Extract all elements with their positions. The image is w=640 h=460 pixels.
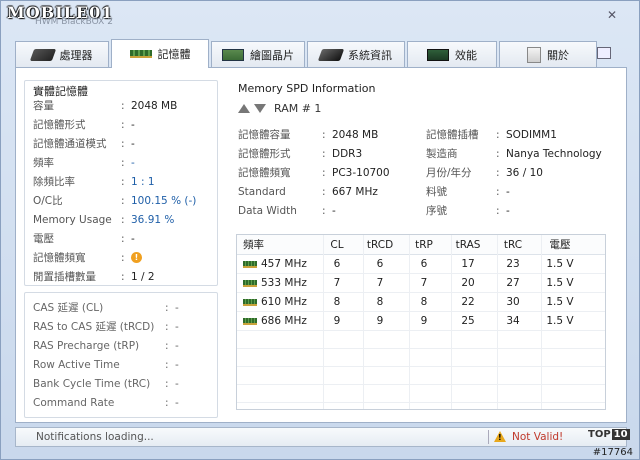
spd-row: Data Width: - [238, 204, 336, 217]
column-header: 電壓 [549, 239, 571, 251]
table-row: 457 MHz 6 6 6 17 23 1.5 V [237, 255, 605, 274]
ram-selector: RAM # 1 [238, 102, 321, 115]
physical-row: Memory Usage:36.91 % [33, 213, 175, 226]
physical-row: 除頻比率:1 : 1 [33, 175, 155, 189]
spd-row: 序號: - [426, 204, 510, 218]
memory-panel: 實體記憶體 容量:2048 MB 記憶體形式: - 記憶體通道模式: - 頻率: - … [15, 67, 627, 423]
title-bar: MOBILE01 HWM BlackBOX 2 ✕ [1, 1, 639, 31]
spd-title: Memory SPD Information [238, 82, 376, 95]
arrow-up-icon[interactable] [238, 104, 250, 113]
ram-slot-label: RAM # 1 [274, 102, 322, 115]
memory-icon [243, 260, 257, 268]
spd-group: Memory SPD Information RAM # 1 記憶體容量:204… [228, 68, 620, 418]
spd-row: Standard:667 MHz [238, 185, 378, 198]
physical-row: 容量:2048 MB [33, 99, 178, 113]
spd-row: 料號: - [426, 185, 510, 199]
tab-label: 效能 [455, 48, 477, 62]
cpu-icon [29, 48, 56, 61]
table-row: 533 MHz 7 7 7 20 27 1.5 V [237, 274, 605, 293]
physical-row: 閒置插槽數量:1 / 2 [33, 270, 155, 284]
tab-performance[interactable]: 效能 [407, 41, 497, 67]
spd-row: 製造商: Nanya Technology [426, 147, 602, 161]
spd-row: 記憶體插槽: SODIMM1 [426, 128, 557, 142]
watermark: #17764 [592, 447, 633, 458]
tab-label: 系統資訊 [348, 48, 392, 62]
physical-row: 記憶體通道模式: - [33, 137, 135, 151]
physical-row: 電壓: - [33, 232, 135, 246]
window-subtitle: HWM BlackBOX 2 [35, 17, 113, 27]
timings-group: CAS 延遲 (CL): - RAS to CAS 延遲 (tRCD): - RAS… [24, 292, 218, 418]
physical-row: 頻率: - [33, 156, 135, 170]
timing-row: CAS 延遲 (CL): - [33, 301, 179, 315]
timing-row: Command Rate: - [33, 396, 179, 409]
table-row-empty [237, 385, 605, 403]
bandwidth-warning-icon[interactable]: ! [131, 252, 142, 263]
table-row: 686 MHz 9 9 9 25 34 1.5 V [237, 312, 605, 331]
physical-row: 記憶體頻寬:! [33, 249, 142, 266]
table-row-empty [237, 367, 605, 385]
warning-icon: ! [494, 431, 506, 442]
column-header: 頻率 [243, 239, 264, 251]
spd-row: 記憶體容量:2048 MB [238, 128, 379, 142]
arrow-down-icon[interactable] [254, 104, 266, 113]
memory-icon [243, 317, 257, 325]
app-window: MOBILE01 HWM BlackBOX 2 ✕ 處理器 記憶體 繪圖晶片 系… [0, 0, 640, 460]
tab-label: 關於 [547, 48, 569, 62]
tab-about[interactable]: 關於 [499, 41, 597, 67]
timing-row: RAS to CAS 延遲 (tRCD): - [33, 320, 179, 334]
table-row-empty [237, 349, 605, 367]
system-icon [317, 48, 345, 61]
spd-timing-table: 頻率 CL tRCD tRP tRAS tRC 電壓 457 MHz 6 6 6… [236, 234, 606, 410]
memory-icon [243, 279, 257, 287]
status-divider [488, 430, 489, 444]
performance-icon [427, 48, 449, 61]
status-bar: Notifications loading... ! Not Valid! TO… [15, 427, 630, 447]
status-message: Notifications loading... [36, 431, 154, 443]
memory-icon [129, 50, 152, 58]
tab-label: 處理器 [59, 48, 93, 62]
tab-bar: 處理器 記憶體 繪圖晶片 系統資訊 效能 關於 [15, 39, 615, 68]
tab-label: 記憶體 [157, 48, 191, 61]
close-button[interactable]: ✕ [603, 7, 621, 23]
tab-system[interactable]: 系統資訊 [307, 41, 405, 67]
spd-row: 記憶體形式: DDR3 [238, 147, 363, 161]
tab-label: 繪圖晶片 [250, 48, 294, 62]
about-icon [527, 46, 541, 63]
table-row-empty [237, 331, 605, 349]
physical-row: 記憶體形式: - [33, 118, 135, 132]
memory-icon [243, 298, 257, 306]
window-mode-icon[interactable] [597, 47, 611, 59]
spd-row: 月份/年分:36 / 10 [426, 166, 543, 180]
tab-graphics[interactable]: 繪圖晶片 [211, 41, 305, 67]
tab-cpu[interactable]: 處理器 [15, 41, 109, 67]
table-row: 610 MHz 8 8 8 22 30 1.5 V [237, 293, 605, 312]
physical-memory-group: 實體記憶體 容量:2048 MB 記憶體形式: - 記憶體通道模式: - 頻率: - … [24, 80, 218, 286]
top10-logo[interactable]: TOP 10 [588, 429, 630, 440]
validation-status[interactable]: Not Valid! [512, 431, 563, 443]
timing-row: Bank Cycle Time (tRC): - [33, 377, 179, 390]
graphics-card-icon [222, 48, 244, 61]
physical-row: O/C比:100.15 % (-) [33, 194, 197, 208]
timing-row: Row Active Time: - [33, 358, 179, 371]
table-header: 頻率 CL tRCD tRP tRAS tRC 電壓 [237, 235, 605, 255]
spd-row: 記憶體頻寬: PC3-10700 [238, 166, 390, 180]
tab-memory[interactable]: 記憶體 [111, 39, 209, 68]
timing-row: RAS Precharge (tRP): - [33, 339, 179, 352]
